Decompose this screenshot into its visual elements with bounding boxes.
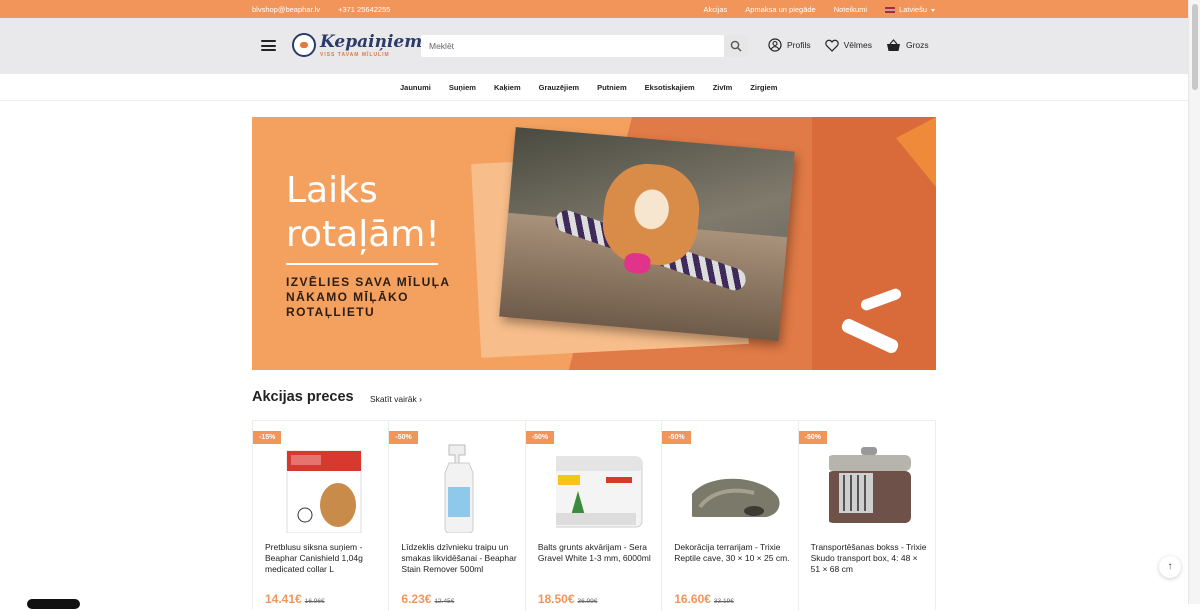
product-name[interactable]: Pretblusu siksna suņiem - Beaphar Canish… bbox=[265, 542, 383, 575]
site-header: Kepaiņiem VISS TAVAM MĪLULIM Profils Vēl… bbox=[0, 18, 1200, 74]
product-image bbox=[419, 443, 499, 534]
product-carousel: -15% Pretblusu siksna suņiem - Beaphar C… bbox=[252, 420, 936, 611]
product-card[interactable]: -50% Dekorācija terrarijam - Trixie Rept… bbox=[662, 421, 799, 611]
logo-wordmark: Kepaiņiem bbox=[320, 32, 423, 52]
site-logo[interactable]: Kepaiņiem VISS TAVAM MĪLULIM bbox=[292, 32, 422, 61]
top-bar: blvshop@beaphar.lv +371 25642255 Akcijas… bbox=[0, 0, 1200, 18]
wishlist-link[interactable]: Vēlmes bbox=[824, 38, 872, 52]
see-more-link[interactable]: Skatīt vairāk › bbox=[370, 394, 422, 404]
contact-phone[interactable]: +371 25642255 bbox=[338, 5, 390, 14]
discount-badge: -50% bbox=[389, 431, 418, 444]
product-image bbox=[549, 443, 643, 533]
paw-logo-icon bbox=[292, 33, 316, 57]
nav-item-exotic[interactable]: Eksotiskajiem bbox=[645, 83, 695, 92]
search-button[interactable] bbox=[724, 35, 748, 57]
promo-banner[interactable]: Laiks rotaļām! IZVĒLIES SAVA MĪLUĻA NĀKA… bbox=[252, 117, 936, 370]
search-box bbox=[421, 35, 748, 57]
basket-icon bbox=[886, 38, 900, 51]
product-card[interactable]: -50% Balts grunts akvārijam - Sera Grave… bbox=[525, 421, 663, 611]
heart-icon bbox=[824, 39, 839, 52]
banner-divider bbox=[286, 263, 438, 265]
nav-item-birds[interactable]: Putniem bbox=[597, 83, 627, 92]
caret-down-icon bbox=[931, 8, 935, 12]
menu-icon[interactable] bbox=[261, 40, 276, 51]
discount-badge: -50% bbox=[662, 431, 691, 444]
page-scrollbar[interactable] bbox=[1188, 0, 1200, 604]
product-name[interactable]: Transportēšanas bokss - Trixie Skudo tra… bbox=[811, 542, 929, 575]
product-name[interactable]: Līdzeklis dzīvnieku traipu un smakas lik… bbox=[401, 542, 519, 575]
nav-item-horses[interactable]: Zirgiem bbox=[750, 83, 777, 92]
arrow-up-icon: ↑ bbox=[1167, 561, 1173, 572]
product-image bbox=[283, 443, 363, 534]
search-input[interactable] bbox=[429, 39, 719, 53]
top-link-terms[interactable]: Noteikumi bbox=[834, 5, 867, 14]
discount-badge: -50% bbox=[525, 431, 555, 444]
product-image bbox=[826, 443, 911, 533]
contact-email[interactable]: blvshop@beaphar.lv bbox=[252, 5, 320, 14]
nav-item-dogs[interactable]: Suņiem bbox=[449, 83, 476, 92]
discount-badge: -15% bbox=[253, 431, 282, 444]
banner-subline: IZVĒLIES SAVA MĪLUĻA NĀKAMO MĪĻĀKO ROTAĻ… bbox=[286, 275, 451, 319]
chevron-right-icon: › bbox=[419, 394, 422, 404]
chat-widget-button[interactable] bbox=[27, 599, 80, 609]
top-link-delivery[interactable]: Apmaksa un piegāde bbox=[745, 5, 815, 14]
product-name[interactable]: Balts grunts akvārijam - Sera Gravel Whi… bbox=[538, 542, 656, 564]
scroll-to-top-button[interactable]: ↑ bbox=[1159, 556, 1181, 578]
scrollbar-thumb[interactable] bbox=[1192, 4, 1198, 90]
user-icon bbox=[768, 38, 782, 52]
category-nav: Jaunumi Suņiem Kaķiem Grauzējiem Putniem… bbox=[0, 74, 1200, 101]
product-card[interactable]: -50% Transportēšanas bokss - Trixie Skud… bbox=[798, 421, 935, 611]
profile-link[interactable]: Profils bbox=[768, 38, 811, 52]
language-selector[interactable]: Latviešu bbox=[885, 5, 935, 14]
nav-item-new[interactable]: Jaunumi bbox=[400, 83, 431, 92]
banner-headline: Laiks rotaļām! bbox=[286, 170, 440, 255]
cart-link[interactable]: Grozs bbox=[886, 38, 929, 52]
nav-item-cats[interactable]: Kaķiem bbox=[494, 83, 521, 92]
profile-label: Profils bbox=[787, 40, 811, 50]
dog-with-rope-toy-photo bbox=[499, 127, 795, 341]
product-name[interactable]: Dekorācija terrarijam - Trixie Reptile c… bbox=[674, 542, 792, 564]
top-link-akcijas[interactable]: Akcijas bbox=[703, 5, 727, 14]
wishlist-label: Vēlmes bbox=[843, 40, 872, 50]
latvia-flag-icon bbox=[885, 7, 896, 14]
language-label: Latviešu bbox=[899, 5, 927, 14]
nav-item-rodents[interactable]: Grauzējiem bbox=[539, 83, 579, 92]
product-card[interactable]: -50% Līdzeklis dzīvnieku traipu un smaka… bbox=[389, 421, 526, 611]
product-image bbox=[686, 443, 780, 533]
cart-label: Grozs bbox=[905, 40, 929, 50]
discount-badge: -50% bbox=[798, 431, 827, 444]
section-title-deals: Akcijas preces bbox=[252, 389, 354, 405]
product-card[interactable]: -15% Pretblusu siksna suņiem - Beaphar C… bbox=[253, 421, 390, 611]
nav-item-fish[interactable]: Zivīm bbox=[713, 83, 733, 92]
logo-tagline: VISS TAVAM MĪLULIM bbox=[320, 52, 390, 58]
search-icon bbox=[730, 40, 742, 52]
